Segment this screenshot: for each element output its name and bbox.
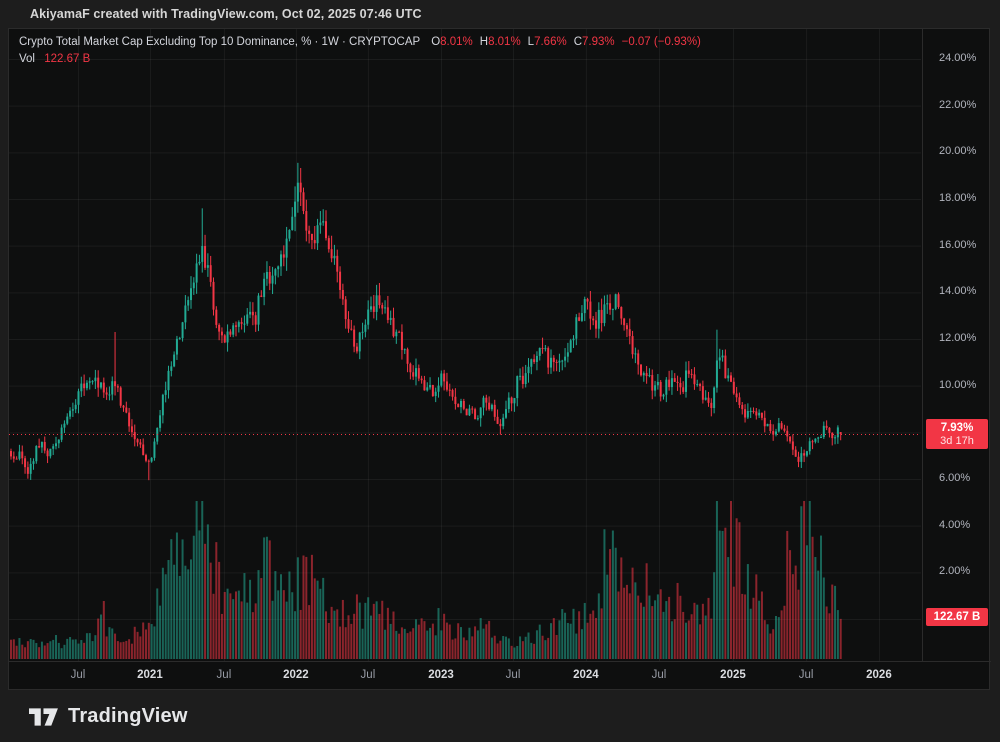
volume-axis-tag: 122.67 B [926, 608, 988, 626]
ohlc-key: O [431, 36, 440, 48]
time-tick-label: 2026 [866, 669, 892, 681]
ohlc-value: 7.66% [534, 36, 567, 48]
attribution-text: AkiyamaF created with TradingView.com, O… [30, 7, 422, 21]
price-tick-label: 22.00% [939, 99, 976, 111]
last-price-tag: 7.93% 3d 17h [926, 419, 988, 449]
time-tick-label: Jul [506, 669, 521, 681]
price-tick-label: 24.00% [939, 52, 976, 64]
brand-name: TradingView [68, 705, 188, 728]
candlestick-chart[interactable] [9, 29, 921, 661]
legend-row-main: Crypto Total Market Cap Excluding Top 10… [19, 34, 701, 51]
attribution-bar: AkiyamaF created with TradingView.com, O… [0, 0, 1000, 27]
price-tick-label: 12.00% [939, 332, 976, 344]
time-tick-label: 2024 [573, 669, 599, 681]
time-tick-label: Jul [652, 669, 667, 681]
volume-value: 122.67 B [44, 53, 90, 65]
ohlc-value: 8.01% [488, 36, 521, 48]
ohlc-key: C [574, 36, 582, 48]
last-price-value: 7.93% [926, 421, 988, 435]
ohlc-value: 8.01% [440, 36, 473, 48]
price-tick-label: 16.00% [939, 239, 976, 251]
time-axis[interactable]: Jul 2021 Jul 2022 Jul 2023 Jul 2024 Jul 2025 Jul 20… [9, 661, 991, 690]
price-axis[interactable]: 7.93% 3d 17h 122.67 B 24.00% 22.00% 20.00%… [922, 29, 990, 661]
bar-countdown: 3d 17h [926, 435, 988, 448]
chart-legend: Crypto Total Market Cap Excluding Top 10… [19, 34, 701, 68]
time-tick-label: Jul [217, 669, 232, 681]
change-value: −0.07 (−0.93%) [622, 36, 701, 48]
time-tick-label: 2025 [720, 669, 746, 681]
time-tick-label: 2023 [428, 669, 454, 681]
ohlc-values: O8.01%H8.01%L7.66%C7.93%−0.07 (−0.93%) [424, 36, 701, 48]
volume-label: Vol [19, 53, 35, 65]
chart-panel: Crypto Total Market Cap Excluding Top 10… [8, 28, 990, 690]
symbol-title[interactable]: Crypto Total Market Cap Excluding Top 10… [19, 36, 420, 48]
time-tick-label: Jul [361, 669, 376, 681]
time-tick-label: Jul [71, 669, 86, 681]
price-tick-label: 4.00% [939, 519, 970, 531]
price-tick-label: 6.00% [939, 472, 970, 484]
time-tick-label: 2021 [137, 669, 163, 681]
price-tick-label: 10.00% [939, 379, 976, 391]
price-tick-label: 20.00% [939, 145, 976, 157]
price-tick-label: 14.00% [939, 285, 976, 297]
plot-area[interactable]: Crypto Total Market Cap Excluding Top 10… [9, 29, 921, 661]
price-tick-label: 2.00% [939, 565, 970, 577]
footer-bar: TradingView [0, 691, 1000, 742]
legend-row-volume: Vol 122.67 B [19, 51, 701, 68]
ohlc-value: 7.93% [582, 36, 615, 48]
time-tick-label: Jul [799, 669, 814, 681]
price-tick-label: 18.00% [939, 192, 976, 204]
tradingview-logo [29, 705, 59, 729]
ohlc-key: H [480, 36, 488, 48]
time-tick-label: 2022 [283, 669, 309, 681]
